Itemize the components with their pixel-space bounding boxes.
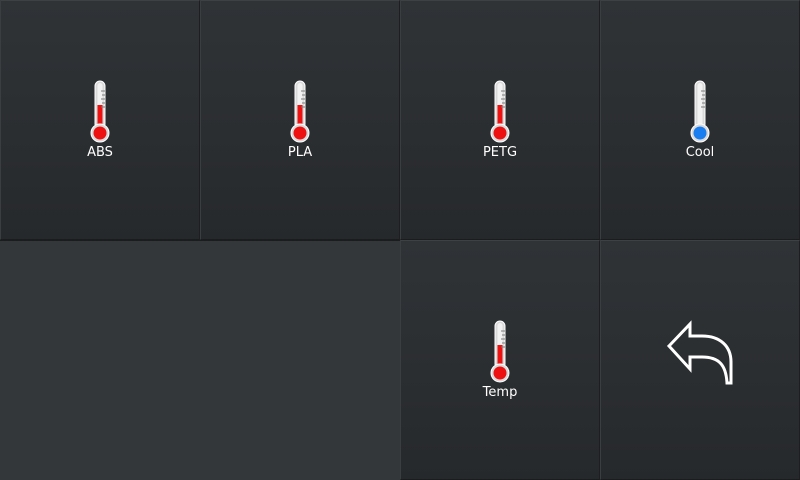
- back-arrow-icon: [667, 320, 733, 385]
- tile-label-temp: Temp: [482, 385, 518, 400]
- cool-down-button[interactable]: Cool: [600, 0, 800, 240]
- thermometer-icon: [690, 80, 710, 143]
- thermometer-icon: [490, 320, 510, 383]
- thermometer-icon: [290, 80, 310, 143]
- tile-label-cool: Cool: [685, 145, 715, 160]
- tile-label-abs: ABS: [87, 145, 113, 160]
- back-button[interactable]: [600, 240, 800, 480]
- preheat-menu-screen: ABS PLA PETG Cool Temp: [0, 0, 800, 480]
- thermometer-icon: [490, 80, 510, 143]
- abs-preheat-button[interactable]: ABS: [0, 0, 200, 240]
- temperature-settings-button[interactable]: Temp: [400, 240, 600, 480]
- pla-preheat-button[interactable]: PLA: [200, 0, 400, 240]
- tile-label-petg: PETG: [482, 145, 518, 160]
- tile-label-pla: PLA: [287, 145, 313, 160]
- thermometer-icon: [90, 80, 110, 143]
- petg-preheat-button[interactable]: PETG: [400, 0, 600, 240]
